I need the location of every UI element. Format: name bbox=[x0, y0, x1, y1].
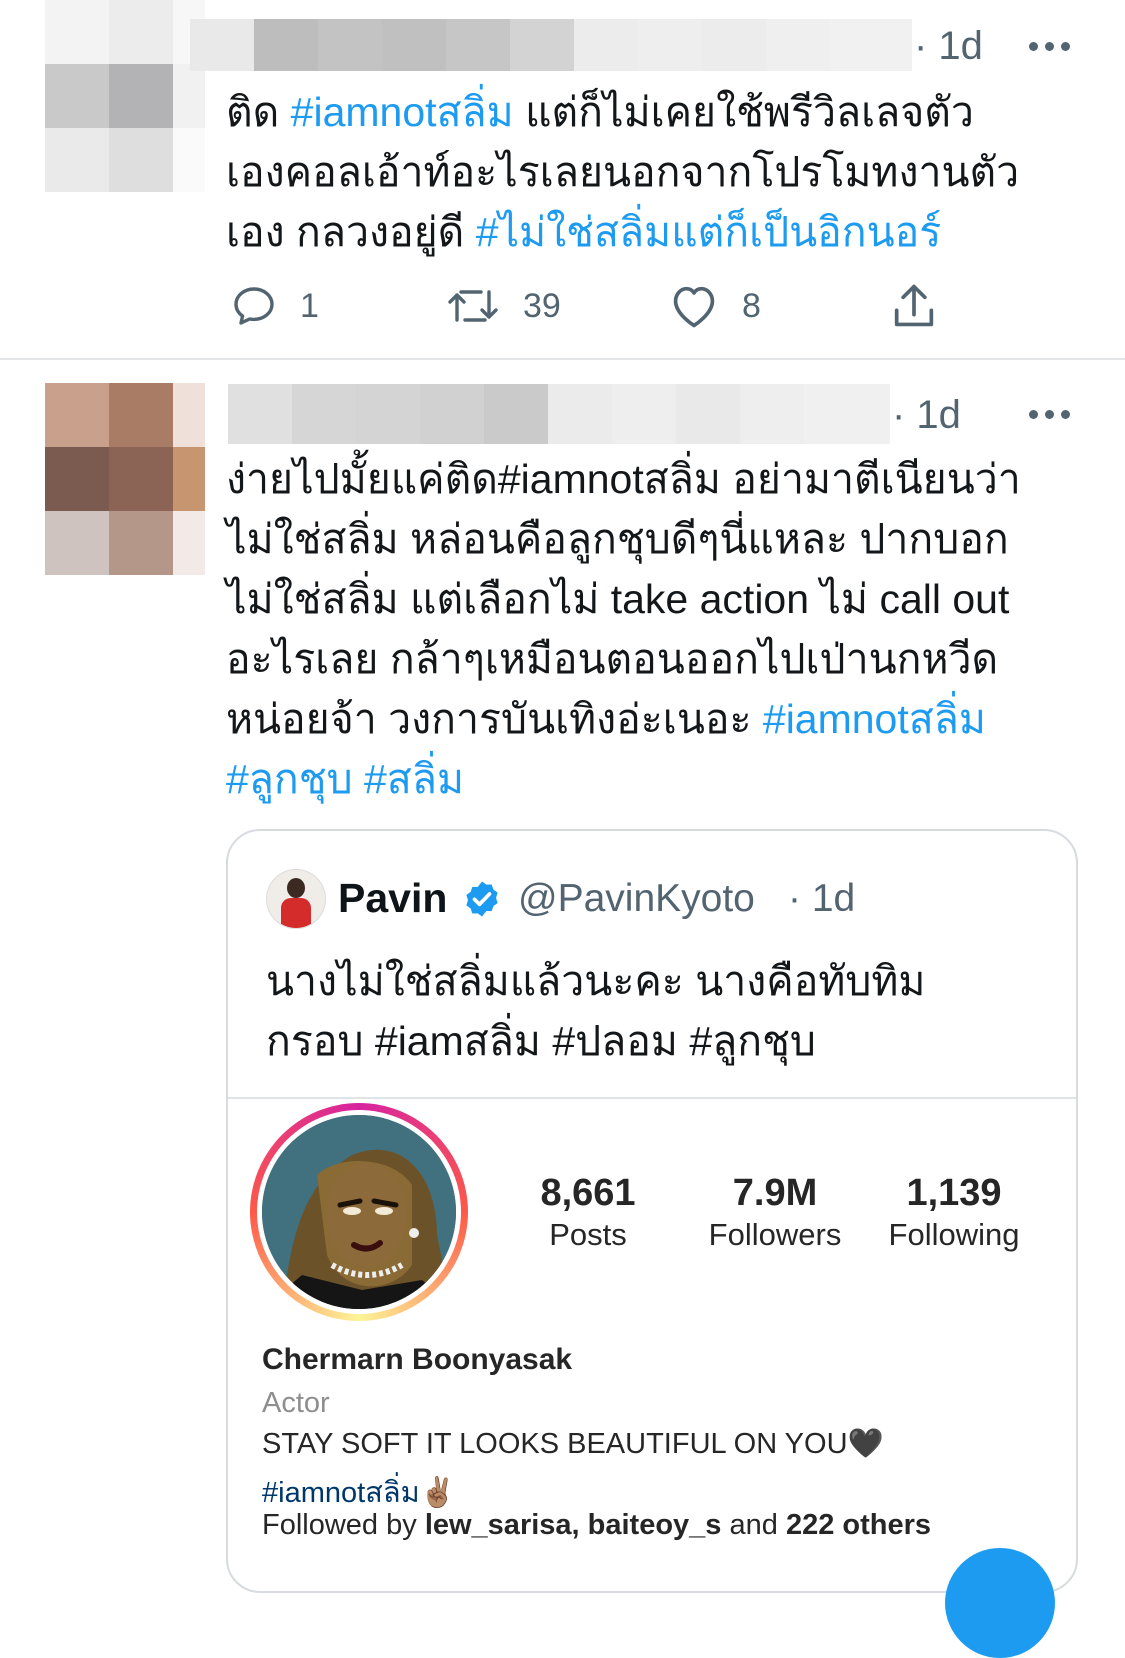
quote-tweet-card[interactable]: Pavin @PavinKyoto · 1d นางไม่ใช่สลิ่มแล้… bbox=[226, 829, 1078, 1593]
followed-by-and: and bbox=[721, 1509, 786, 1541]
avatar-pixelated[interactable] bbox=[45, 0, 205, 192]
more-options-icon[interactable] bbox=[1029, 42, 1070, 51]
reply-icon bbox=[234, 287, 274, 325]
ig-bio: STAY SOFT IT LOOKS BEAUTIFUL ON YOU🖤 bbox=[262, 1428, 884, 1460]
instagram-profile-image[interactable]: 8,661 Posts 7.9M Followers 1,139 Followi… bbox=[228, 1099, 1076, 1591]
hashtag-link[interactable]: #ไม่ใช่สลิ่มแต่ก็เป็นอิกนอร์ bbox=[476, 209, 942, 255]
hashtag-link[interactable]: #iamnotสลิ่ม bbox=[763, 696, 986, 742]
ig-stat-followers[interactable]: 7.9M Followers bbox=[690, 1171, 860, 1255]
quote-text: นางไม่ใช่สลิ่มแล้วนะคะ นางคือทับทิม กรอบ… bbox=[266, 958, 926, 1064]
avatar-pixelated[interactable] bbox=[45, 383, 205, 575]
quote-avatar[interactable] bbox=[266, 869, 326, 929]
tweet-text: ติด #iamnotสลิ่ม แต่ก็ไม่เคยใช้พรีวิลเลจ… bbox=[226, 82, 1019, 262]
tweet-time[interactable]: · 1d bbox=[892, 393, 961, 438]
hashtag-link[interactable]: #ลูกชุบ #สลิ่ม bbox=[226, 756, 464, 802]
ig-stat-posts[interactable]: 8,661 Posts bbox=[518, 1171, 658, 1255]
ig-bio-hashtag[interactable]: #iamnotสลิ่ม bbox=[262, 1477, 420, 1509]
verified-badge-icon bbox=[466, 881, 498, 917]
followed-by-prefix: Followed by bbox=[262, 1509, 425, 1541]
ig-stat-value: 8,661 bbox=[540, 1172, 636, 1214]
tweet-divider bbox=[0, 358, 1125, 360]
hashtag-link[interactable]: #iamnotสลิ่ม bbox=[291, 89, 514, 135]
reply-button[interactable]: 1 bbox=[230, 282, 319, 330]
more-options-icon[interactable] bbox=[1029, 410, 1070, 419]
retweet-count: 39 bbox=[523, 286, 561, 325]
heart-icon bbox=[673, 286, 715, 328]
ig-followed-by[interactable]: Followed by lew_sarisa, baiteoy_s and 22… bbox=[262, 1509, 931, 1542]
ig-profile-name: Chermarn Boonyasak bbox=[262, 1343, 573, 1376]
compose-button[interactable] bbox=[945, 1548, 1055, 1658]
like-button[interactable]: 8 bbox=[668, 282, 761, 330]
tweet-text-segment: ติด bbox=[226, 89, 291, 135]
followed-by-names: lew_sarisa, baiteoy_s bbox=[424, 1509, 722, 1541]
tweet-text: ง่ายไปมั้ยแค่ติด#iamnotสลิ่ม อย่ามาตีเนี… bbox=[226, 449, 1021, 809]
quote-time[interactable]: · 1d bbox=[788, 877, 855, 921]
ig-stat-label: Followers bbox=[708, 1217, 842, 1252]
like-count: 8 bbox=[742, 286, 761, 325]
blurred-username[interactable] bbox=[228, 384, 890, 444]
ig-stat-value: 7.9M bbox=[732, 1172, 818, 1214]
reply-count: 1 bbox=[300, 286, 319, 325]
followed-by-others: 222 others bbox=[785, 1509, 932, 1541]
quote-handle[interactable]: @PavinKyoto bbox=[518, 877, 755, 921]
ig-stat-label: Following bbox=[888, 1217, 1020, 1252]
share-button[interactable] bbox=[888, 280, 962, 332]
share-icon bbox=[894, 284, 934, 327]
victory-hand-emoji: ✌🏽 bbox=[419, 1477, 456, 1509]
ig-stat-following[interactable]: 1,139 Following bbox=[874, 1171, 1034, 1255]
blurred-username[interactable] bbox=[190, 19, 912, 71]
tweet-time[interactable]: · 1d bbox=[914, 24, 983, 69]
retweet-button[interactable]: 39 bbox=[445, 282, 561, 330]
ig-stat-value: 1,139 bbox=[906, 1172, 1002, 1214]
ig-stat-label: Posts bbox=[549, 1217, 627, 1252]
ig-avatar bbox=[262, 1115, 456, 1309]
ig-category: Actor bbox=[262, 1387, 330, 1419]
quote-author-name[interactable]: Pavin bbox=[338, 875, 447, 922]
retweet-icon bbox=[448, 290, 498, 322]
